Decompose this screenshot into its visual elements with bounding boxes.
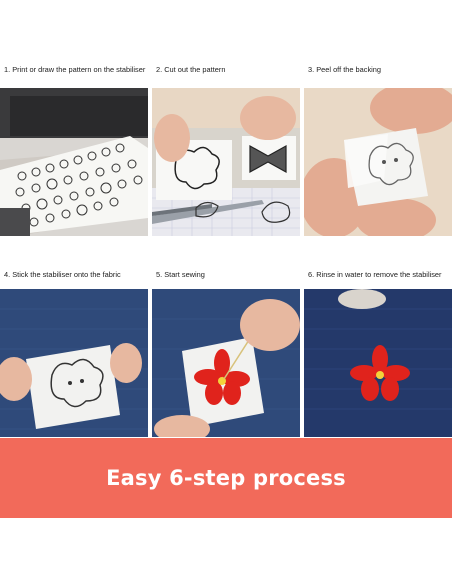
step-2-caption: 2. Cut out the pattern [156, 65, 226, 74]
step-1-photo [0, 88, 148, 236]
stabiliser-on-fabric-image [0, 289, 148, 437]
process-banner: Easy 6-step process [0, 438, 452, 518]
step-4-photo [0, 289, 148, 437]
step-4-caption: 4. Stick the stabiliser onto the fabric [4, 270, 121, 279]
banner-title: Easy 6-step process [106, 466, 346, 490]
finished-embroidery-image [304, 289, 452, 437]
step-1-caption: 1. Print or draw the pattern on the stab… [4, 65, 146, 74]
sewing-flower-image [152, 289, 300, 437]
cutting-pattern-image [152, 88, 300, 236]
step-6-caption: 6. Rinse in water to remove the stabilis… [308, 270, 442, 279]
peeling-backing-image [304, 88, 452, 236]
step-5-photo [152, 289, 300, 437]
step-2-photo [152, 88, 300, 236]
step-6-photo [304, 289, 452, 437]
step-3-photo [304, 88, 452, 236]
printer-with-pattern-sheet-image [0, 88, 148, 236]
step-5-caption: 5. Start sewing [156, 270, 205, 279]
step-3-caption: 3. Peel off the backing [308, 65, 382, 74]
